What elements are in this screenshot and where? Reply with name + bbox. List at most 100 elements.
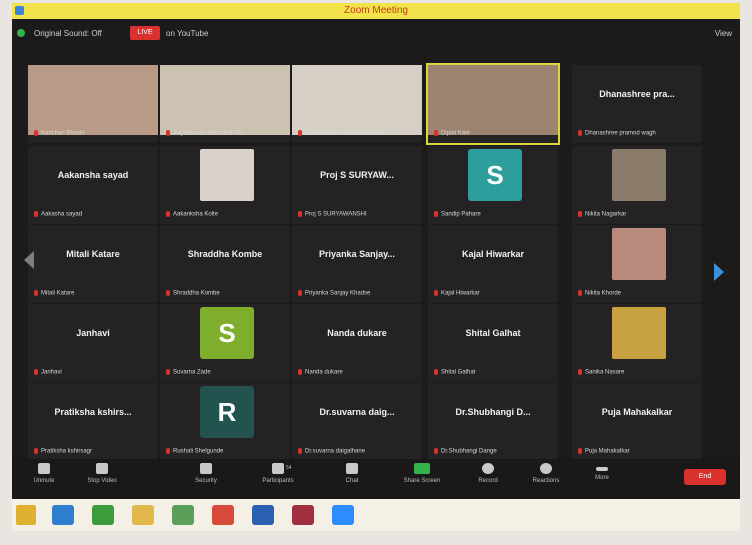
participants-count: 54: [286, 465, 292, 471]
profile-picture: [612, 228, 666, 280]
media-player-icon[interactable]: [292, 505, 314, 525]
participant-tile[interactable]: Mitali Katare Mitali Katare: [28, 225, 158, 303]
participant-display-name: Pratiksha kshirs...: [54, 407, 132, 417]
participant-tile[interactable]: Aakansha sayad Aakasha sayad: [28, 146, 158, 224]
participant-tile[interactable]: Nikita Khorde: [572, 225, 702, 303]
participant-tile[interactable]: Kajal Hiwarkar Kajal Hiwarkar: [428, 225, 558, 303]
document-app-icon[interactable]: [252, 505, 274, 525]
internet-explorer-icon[interactable]: [52, 505, 74, 525]
record-button[interactable]: Record: [458, 463, 518, 484]
participant-tile[interactable]: Sanika Nasare: [572, 304, 702, 382]
participant-tile[interactable]: Kanchan Bhosle: [28, 65, 158, 143]
participant-name: Kajal Hiwarkar: [441, 291, 480, 297]
participant-tile[interactable]: Aakanksha Kolte: [160, 146, 290, 224]
participant-tile[interactable]: Tuljabhavani Newsline Co...: [160, 65, 290, 143]
participant-tile[interactable]: Priyanka Sanjay... Priyanka Sanjay Khadse: [292, 225, 422, 303]
participant-tile[interactable]: Pratiksha kshirs... Pratiksha kshirsagr: [28, 383, 158, 461]
participant-video: [28, 65, 158, 135]
participant-display-name: Dr.suvarna daig...: [319, 407, 395, 417]
participant-name-label: Aakasha sayad: [34, 211, 82, 218]
unmute-label: Unmute: [33, 478, 55, 484]
end-meeting-button[interactable]: End: [684, 469, 726, 485]
participant-name-label: Dhanashree pramod wagh: [578, 130, 656, 137]
muted-microphone-icon: [298, 448, 302, 455]
participants-button[interactable]: Participants 54: [248, 463, 308, 484]
participant-name-label: Shraddha Kombe: [166, 290, 220, 297]
microphone-icon: [38, 463, 50, 474]
stop-video-button[interactable]: Stop Video: [72, 463, 132, 484]
chat-bubble-icon: [346, 463, 358, 474]
participant-gallery: Kanchan Bhosle Tuljabhavani Newsline Co..…: [12, 3, 740, 531]
participant-tile[interactable]: Nanda dukare Nanda dukare: [292, 304, 422, 382]
reactions-button[interactable]: Reactions: [516, 463, 576, 484]
muted-microphone-icon: [166, 211, 170, 218]
participant-tile[interactable]: Shraddha Kombe Shraddha Kombe: [160, 225, 290, 303]
previous-page-arrow-icon[interactable]: [24, 251, 34, 269]
participant-display-name: Shital Galhat: [465, 328, 521, 338]
participant-tile[interactable]: Dipali Kale: [426, 63, 560, 145]
muted-microphone-icon: [298, 211, 302, 218]
muted-microphone-icon: [578, 211, 582, 218]
participant-tile[interactable]: S Suvarna Zade: [160, 304, 290, 382]
participant-name: Dhanashree pramod wagh: [585, 131, 656, 137]
participant-video: [428, 65, 558, 135]
participant-tile[interactable]: R Rushali Shelgunde: [160, 383, 290, 461]
security-button[interactable]: Security: [176, 463, 236, 484]
muted-microphone-icon: [578, 130, 582, 137]
store-icon[interactable]: [92, 505, 114, 525]
participant-name: Dr.suvarna daigalhane: [305, 449, 366, 455]
participant-name-label: Nikita Nagarkar: [578, 211, 626, 218]
file-explorer-icon[interactable]: [132, 505, 154, 525]
participant-tile[interactable]: Dr.suvarna daig... Dr.suvarna daigalhane: [292, 383, 422, 461]
participant-name: Pratiksha kshirsagr: [41, 449, 93, 455]
participant-tile[interactable]: S Sandip Pahare: [428, 146, 558, 224]
record-icon: [482, 463, 494, 474]
record-label: Record: [478, 478, 498, 484]
participant-tile[interactable]: Janhavi Janhavi: [28, 304, 158, 382]
chrome-icon[interactable]: [212, 505, 234, 525]
participant-name-label: Kanchan Bhosle: [34, 130, 85, 137]
participant-name: Mitali Katare: [41, 291, 75, 297]
participant-tile[interactable]: Dhanashree pra... Dhanashree pramod wagh: [572, 65, 702, 143]
profile-picture: [612, 307, 666, 359]
chat-button[interactable]: Chat: [322, 463, 382, 484]
zoom-window: Zoom Meeting Original Sound: Off LIVE on…: [12, 3, 740, 531]
participant-tile[interactable]: Nikita Nagarkar: [572, 146, 702, 224]
next-page-arrow-icon[interactable]: [714, 263, 724, 281]
participant-display-name: Aakansha sayad: [57, 170, 129, 180]
muted-microphone-icon: [298, 369, 302, 376]
participant-name-label: Dr Savarna Prabhakar Thakare: [298, 130, 388, 137]
participants-icon: [272, 463, 284, 474]
participant-name-label: Janhavi: [34, 369, 62, 376]
start-menu-icon[interactable]: [16, 505, 36, 525]
participant-name: Janhavi: [41, 370, 62, 376]
participant-display-name: Dhanashree pra...: [599, 89, 675, 99]
participant-display-name: Kajal Hiwarkar: [461, 249, 525, 259]
zoom-icon[interactable]: [332, 505, 354, 525]
participant-name: Aakasha sayad: [41, 212, 83, 218]
more-button[interactable]: More: [572, 463, 632, 481]
participant-tile[interactable]: Proj S SURYAW... Proj S SURYAWANSHI: [292, 146, 422, 224]
participant-display-name: Proj S SURYAW...: [320, 170, 394, 180]
ellipsis-icon: [596, 467, 608, 471]
participant-name-label: Sandip Pahare: [434, 211, 481, 218]
unmute-button[interactable]: Unmute: [14, 463, 74, 484]
participant-tile[interactable]: Dr Savarna Prabhakar Thakare: [292, 65, 422, 143]
media-app-icon[interactable]: [172, 505, 194, 525]
participant-tile[interactable]: Puja Mahakalkar Puja Mahakalkar: [572, 383, 702, 461]
participant-tile[interactable]: Shital Galhat Shital Galhat: [428, 304, 558, 382]
participant-name-label: Shital Galhat: [434, 369, 475, 376]
muted-microphone-icon: [434, 448, 438, 455]
more-label: More: [595, 475, 609, 481]
participant-display-name: Puja Mahakalkar: [601, 407, 673, 417]
muted-microphone-icon: [34, 211, 38, 218]
avatar-letter: R: [200, 386, 254, 438]
participant-name: Suvarna Zade: [173, 370, 211, 376]
avatar-letter: S: [468, 149, 522, 201]
share-screen-button[interactable]: Share Screen: [392, 463, 452, 484]
muted-microphone-icon: [166, 369, 170, 376]
participant-tile[interactable]: Dr.Shubhangi D... Dr.Shubhangi Dange: [428, 383, 558, 461]
participant-name: Shital Galhat: [441, 370, 476, 376]
chat-label: Chat: [345, 478, 359, 484]
participant-name-label: Dr.suvarna daigalhane: [298, 448, 365, 455]
